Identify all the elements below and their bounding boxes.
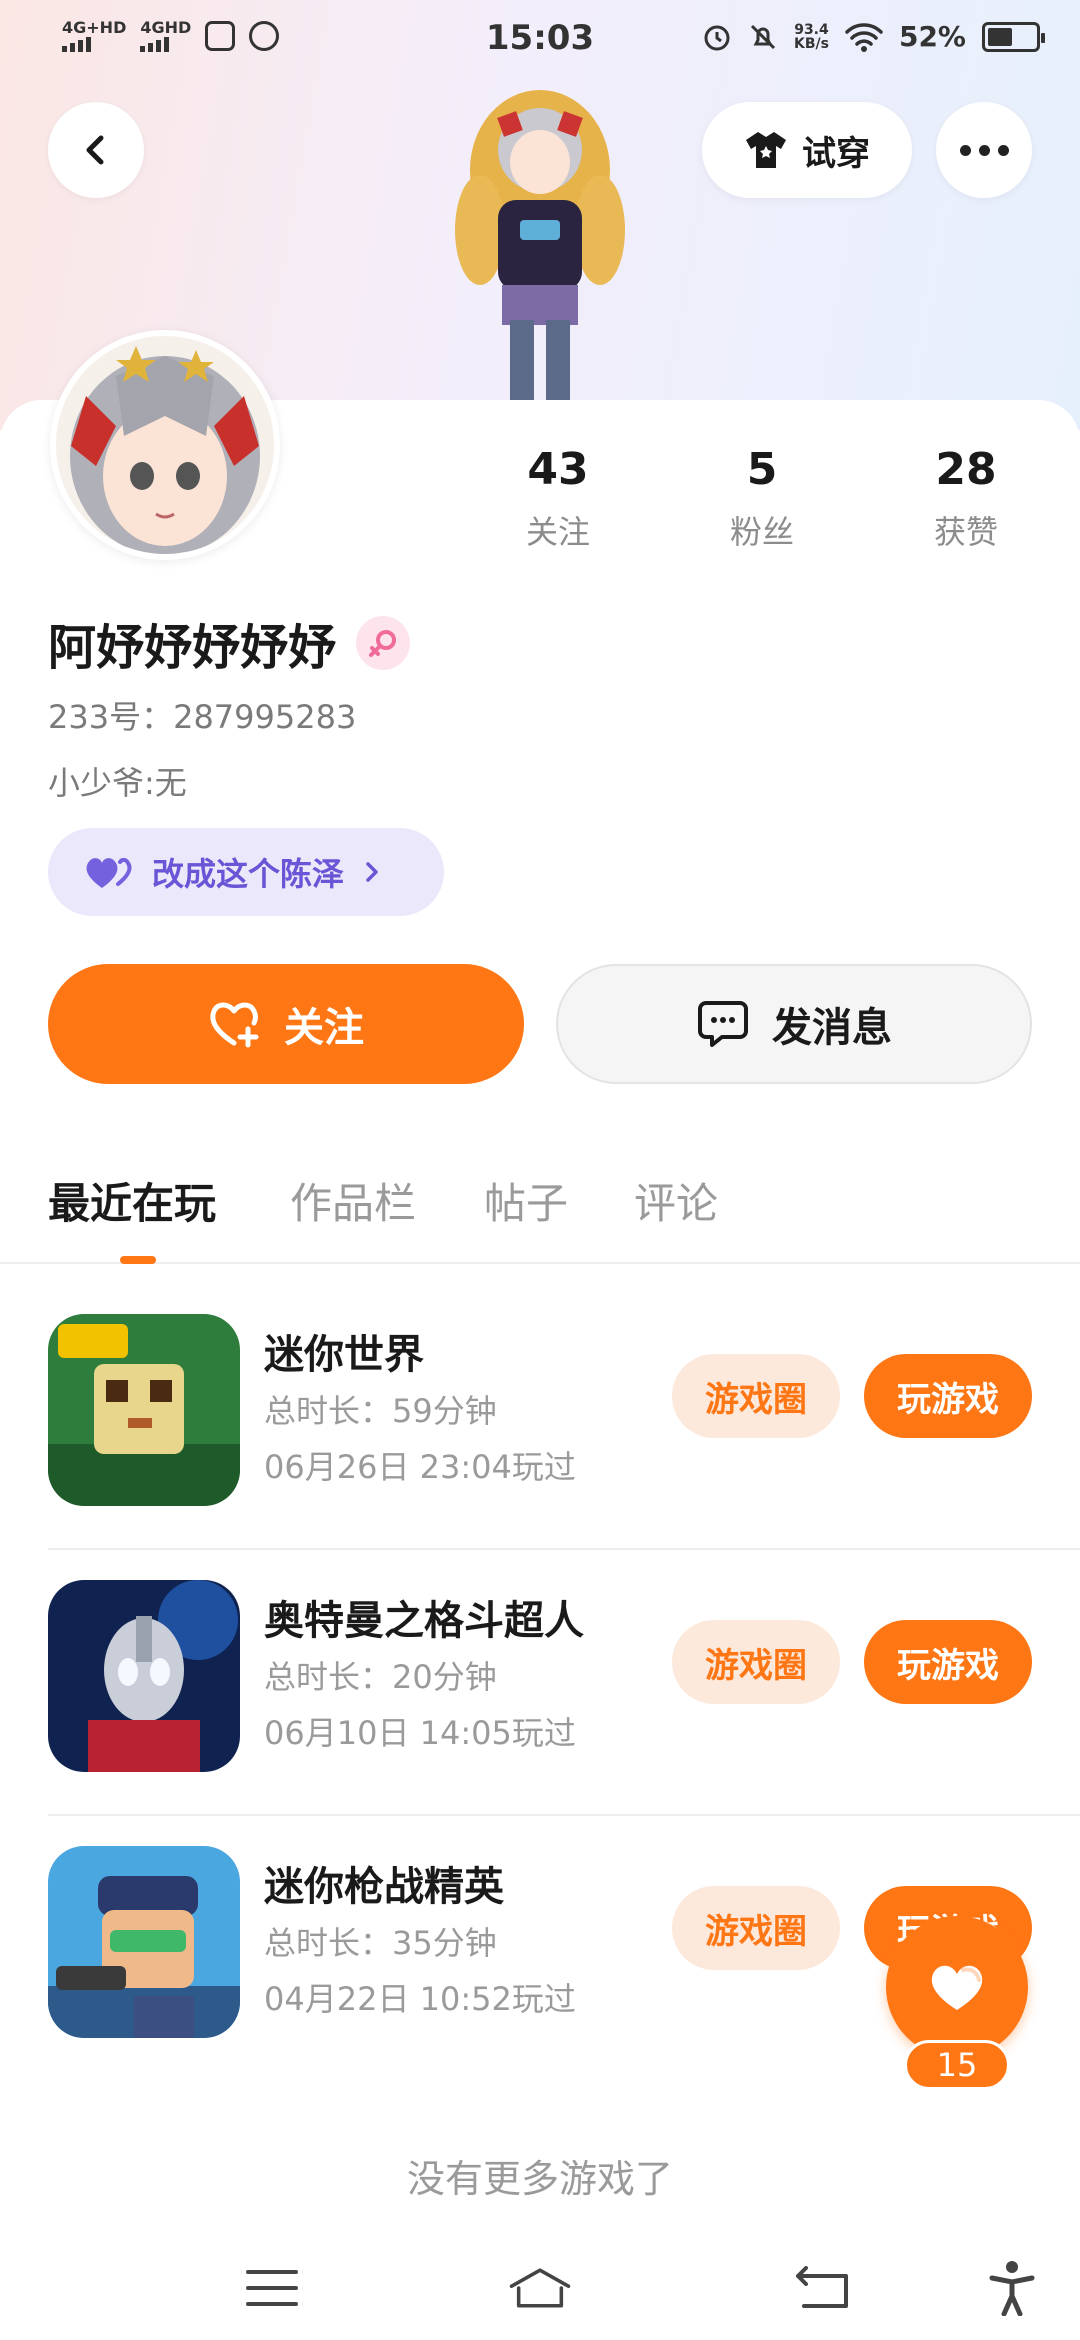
game-last-played: 06月10日 14:05玩过 <box>264 1714 576 1752</box>
game-circle-button[interactable]: 游戏圈 <box>672 1354 840 1438</box>
avatar[interactable] <box>50 330 280 560</box>
promo-chip[interactable]: 改成这个陈泽 <box>48 828 444 916</box>
nickname-text: 阿妤妤妤妤妤 <box>48 620 337 676</box>
heart-icon <box>931 1965 983 2010</box>
tab-comments[interactable]: 评论 <box>634 1170 718 1231</box>
avatar-3d-figure[interactable] <box>420 80 660 410</box>
tshirt-icon <box>746 132 786 168</box>
alarm-icon <box>704 25 730 50</box>
game-icon[interactable] <box>48 1846 240 2038</box>
stat-fans-count: 5 <box>746 444 778 495</box>
message-bubble-icon <box>698 1001 748 1047</box>
game-icon[interactable] <box>48 1314 240 1506</box>
follow-button[interactable]: 关注 <box>48 964 524 1084</box>
try-on-label: 试穿 <box>802 133 870 174</box>
tab-recently-played[interactable]: 最近在玩 <box>48 1170 216 1231</box>
chevron-left-icon <box>86 135 104 165</box>
avatar-image <box>56 336 274 554</box>
chevron-right-icon <box>366 862 378 882</box>
battery-percent: 52% <box>898 20 966 53</box>
active-tab-indicator <box>120 1256 156 1264</box>
accessibility-icon <box>989 2261 1035 2316</box>
return-icon <box>796 2266 848 2308</box>
no-more-games-text: 没有更多游戏了 <box>406 2157 673 2201</box>
battery-icon <box>982 21 1045 52</box>
send-message-button[interactable]: 发消息 <box>556 964 1032 1084</box>
user-id: 233号：287995283 <box>48 698 357 736</box>
network-speed-unit: KB/s <box>794 35 829 52</box>
wifi-icon <box>845 22 883 52</box>
floating-like-button[interactable] <box>886 1916 1028 2058</box>
like-count-badge: 15 <box>904 2040 1010 2090</box>
home-icon <box>509 2268 571 2308</box>
back-button[interactable] <box>48 102 144 198</box>
female-gender-icon <box>356 616 411 670</box>
system-navigation-bar <box>0 2236 1080 2340</box>
network-speed: 93.4 KB/s <box>794 23 829 51</box>
game-list-item[interactable]: 奥特曼之格斗超人 总时长：20分钟 06月10日 14:05玩过 游戏圈 玩游戏 <box>0 1550 1080 1816</box>
game-circle-button[interactable]: 游戏圈 <box>672 1886 840 1970</box>
more-dot-icon <box>959 144 971 156</box>
stat-fans-label: 粉丝 <box>729 513 794 551</box>
game-icon[interactable] <box>48 1580 240 1772</box>
home-button[interactable] <box>508 2256 572 2320</box>
stat-likes-label: 获赞 <box>933 513 998 551</box>
accessibility-button[interactable] <box>980 2256 1044 2320</box>
game-name: 迷你枪战精英 <box>264 1864 504 1910</box>
tab-works[interactable]: 作品栏 <box>290 1170 416 1231</box>
game-duration: 总时长：35分钟 <box>264 1924 497 1962</box>
network-speed-value: 93.4 <box>794 21 829 38</box>
game-duration: 总时长：20分钟 <box>264 1658 497 1696</box>
promo-label: 改成这个陈泽 <box>152 855 345 893</box>
stat-fans[interactable]: 5 粉丝 <box>682 444 842 553</box>
status-bar: 4G+HD 4GHD 15:03 93.4 KB/s 52% <box>0 0 1080 80</box>
stat-following[interactable]: 43 关注 <box>478 444 638 553</box>
back-nav-button[interactable] <box>790 2256 854 2320</box>
game-name: 奥特曼之格斗超人 <box>264 1598 584 1644</box>
try-on-button[interactable]: 试穿 <box>702 102 912 198</box>
profile-nickname: 阿妤妤妤妤妤 <box>48 608 411 678</box>
menu-icon <box>246 2270 298 2306</box>
stat-likes[interactable]: 28 获赞 <box>886 444 1046 553</box>
more-dot-icon <box>978 144 990 156</box>
stat-following-count: 43 <box>527 444 589 495</box>
play-game-button[interactable]: 玩游戏 <box>864 1354 1032 1438</box>
menu-button[interactable] <box>240 2256 304 2320</box>
follow-label: 关注 <box>284 1005 364 1051</box>
stat-following-label: 关注 <box>525 513 590 551</box>
more-dot-icon <box>997 144 1009 156</box>
user-bio: 小少爷:无 <box>48 764 187 802</box>
game-circle-button[interactable]: 游戏圈 <box>672 1620 840 1704</box>
game-last-played: 06月26日 23:04玩过 <box>264 1448 576 1486</box>
stat-likes-count: 28 <box>935 444 997 495</box>
game-last-played: 04月22日 10:52玩过 <box>264 1980 576 2018</box>
game-duration: 总时长：59分钟 <box>264 1392 497 1430</box>
game-list-item[interactable]: 迷你世界 总时长：59分钟 06月26日 23:04玩过 游戏圈 玩游戏 <box>0 1284 1080 1550</box>
more-options-button[interactable] <box>936 102 1032 198</box>
send-message-label: 发消息 <box>772 1005 892 1051</box>
game-name: 迷你世界 <box>264 1332 424 1378</box>
play-game-button[interactable]: 玩游戏 <box>864 1620 1032 1704</box>
heart-plus-icon <box>210 1002 259 1048</box>
profile-tabs: 最近在玩 作品栏 帖子 评论 <box>0 1160 1080 1264</box>
mute-icon <box>750 24 776 49</box>
tab-posts[interactable]: 帖子 <box>484 1170 568 1231</box>
heart-icon <box>86 857 132 888</box>
